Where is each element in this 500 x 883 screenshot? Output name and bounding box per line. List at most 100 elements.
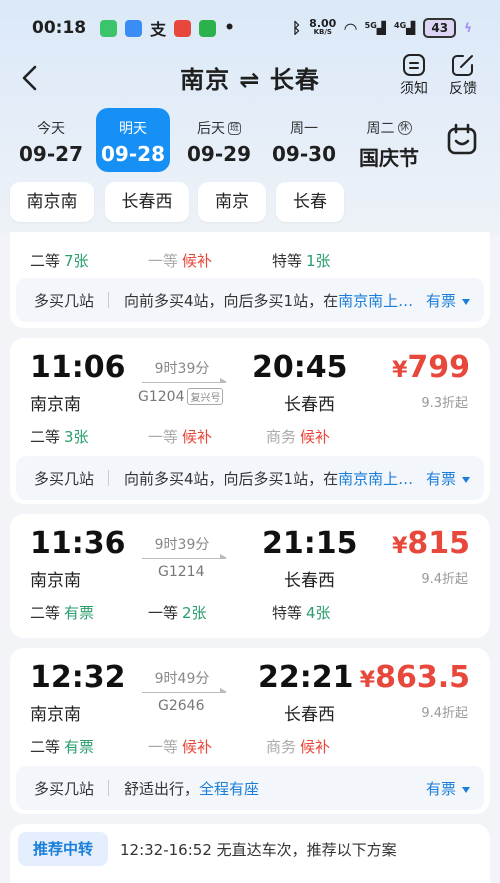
status-bar: 00:18 支 • ᛒ 8.00 KB/S ◠ 5G▟ 4G▟ 43 ϟ [0, 0, 500, 56]
divider [108, 780, 109, 796]
date-selector: 今天 09-27 明天 09-28 后天班 09-29 周一 09-30 周二休… [0, 106, 500, 176]
discount: 9.3折起 [421, 396, 468, 411]
duration: 9时39分 [154, 537, 210, 553]
date-label: 周一 [290, 121, 318, 137]
message-app-icon [199, 19, 217, 37]
to-station: 长春西 [284, 395, 335, 415]
buy-more-strip[interactable]: 多买几站 舒适出行，全程有座 有票 [16, 766, 484, 810]
buy-more-label: 多买几站 [34, 780, 95, 798]
seat-info: 二等 有票 [30, 738, 95, 756]
departure-time: 12:32 [30, 660, 126, 695]
station-chip[interactable]: 南京南 [10, 182, 94, 222]
date-label: 今天 [37, 121, 65, 137]
signal-5g-icon: 5G▟ [364, 21, 386, 35]
net-speed: 8.00 KB/S [309, 17, 337, 36]
departure-time: 11:06 [30, 350, 126, 385]
train-card[interactable]: 11:06 9时39分 20:45 ¥799 南京南 G1204 复兴号 长春西 … [10, 338, 490, 504]
station-chip[interactable]: 南京 [198, 182, 266, 222]
date-tab-tomorrow[interactable]: 明天 09-28 [96, 108, 170, 172]
alipay-icon: 支 [150, 20, 167, 39]
arrow-right-icon [142, 378, 227, 383]
seat-info: 一等 2张 [148, 604, 207, 622]
status-app-icons: 支 • [100, 16, 235, 40]
date-value: 09-29 [187, 142, 251, 166]
seat-info: 一等 候补 [148, 252, 213, 270]
from-station: 南京南 [30, 571, 81, 591]
duration: 9时39分 [154, 361, 210, 377]
signal-4g-icon: 4G▟ [394, 21, 416, 35]
from-station: 南京南 [30, 705, 81, 725]
status-time: 00:18 [32, 18, 87, 38]
holiday-tag: 休 [397, 121, 412, 135]
app-notification-icon [100, 19, 118, 37]
availability-dropdown[interactable]: 有票 [426, 468, 470, 489]
arrow-right-icon [142, 688, 227, 693]
train-number: G1204 复兴号 [138, 388, 224, 405]
train-card[interactable]: 二等 7张 一等 候补 特等 1张 多买几站 向前多买4站，向后多买1站，在南京南上…… [10, 232, 490, 328]
recommend-badge: 推荐中转 [18, 832, 108, 866]
departure-time: 11:36 [30, 526, 126, 561]
notice-button[interactable]: 须知 [392, 54, 436, 98]
date-value: 09-28 [101, 142, 165, 166]
recommend-transfer-card[interactable]: 推荐中转 12:32-16:52 无直达车次，推荐以下方案 [10, 824, 490, 883]
availability-dropdown[interactable]: 有票 [426, 290, 470, 311]
date-label: 后天 [196, 121, 225, 137]
seat-info: 一等 候补 [148, 738, 213, 756]
divider [108, 292, 109, 308]
seat-info: 二等 有票 [30, 604, 95, 622]
battery-indicator: 43 [423, 18, 457, 38]
charging-icon: ϟ [464, 21, 472, 35]
buy-more-strip[interactable]: 多买几站 向前多买4站，向后多买1站，在南京南上… 有票 [16, 456, 484, 500]
date-label: 明天 [119, 121, 147, 137]
duration: 9时49分 [154, 671, 210, 687]
train-list: 二等 7张 一等 候补 特等 1张 多买几站 向前多买4站，向后多买1站，在南京南上…… [0, 232, 500, 883]
buy-more-label: 多买几站 [34, 470, 95, 488]
caret-down-icon [462, 786, 470, 793]
arrow-right-icon [142, 554, 227, 559]
from-station: 南京南 [30, 395, 81, 415]
caret-down-icon [462, 476, 470, 483]
to-station: 长春西 [284, 571, 335, 591]
buy-more-strip[interactable]: 多买几站 向前多买4站，向后多买1站，在南京南上… 有票 [16, 278, 484, 322]
train-number: G1214 [158, 564, 205, 580]
buy-more-text: 向前多买4站，向后多买1站，在南京南上… [124, 470, 414, 488]
discount: 9.4折起 [421, 706, 468, 721]
train-card[interactable]: 12:32 9时49分 22:21 ¥863.5 南京南 G2646 长春西 9… [10, 648, 490, 814]
seat-info: 商务 候补 [266, 738, 331, 756]
price: ¥799 [392, 350, 470, 385]
station-filter: 南京南 长春西 南京 长春 [0, 182, 500, 226]
divider [108, 470, 109, 486]
nav-bar: 南京 ⇌ 长春 须知 反馈 [0, 54, 500, 102]
date-value: 09-30 [272, 142, 336, 166]
calendar-button[interactable] [442, 120, 482, 160]
calendar-icon [447, 123, 477, 155]
date-label: 周二 [366, 121, 395, 137]
price: ¥815 [392, 526, 470, 561]
feedback-icon [452, 55, 473, 76]
arrival-time: 20:45 [252, 350, 348, 385]
feedback-label: 反馈 [449, 81, 477, 97]
date-tab-tuesday[interactable]: 周二休 国庆节 [350, 108, 428, 172]
seat-info: 特等 1张 [272, 252, 331, 270]
date-value: 09-27 [19, 142, 83, 166]
date-tab-day-after[interactable]: 后天班 09-29 [180, 108, 258, 172]
fuxing-badge: 复兴号 [187, 388, 224, 405]
to-station: 长春西 [284, 705, 335, 725]
seat-info: 二等 3张 [30, 428, 89, 446]
train-card[interactable]: 11:36 9时39分 21:15 ¥815 南京南 G1214 长春西 9.4… [10, 514, 490, 638]
availability-dropdown[interactable]: 有票 [426, 778, 470, 799]
station-chip[interactable]: 长春 [276, 182, 344, 222]
buy-more-text: 舒适出行，全程有座 [124, 780, 260, 798]
date-tab-today[interactable]: 今天 09-27 [12, 108, 90, 172]
bluetooth-icon: ᛒ [292, 19, 302, 37]
station-chip[interactable]: 长春西 [105, 182, 189, 222]
seat-info: 商务 候补 [266, 428, 331, 446]
price: ¥863.5 [359, 660, 470, 695]
arrival-time: 21:15 [262, 526, 358, 561]
train-number: G2646 [158, 698, 205, 714]
wifi-icon: ◠ [344, 18, 357, 38]
buy-more-text: 向前多买4站，向后多买1站，在南京南上… [124, 292, 414, 310]
date-tab-monday[interactable]: 周一 09-30 [265, 108, 343, 172]
discount: 9.4折起 [421, 572, 468, 587]
feedback-button[interactable]: 反馈 [441, 54, 485, 98]
